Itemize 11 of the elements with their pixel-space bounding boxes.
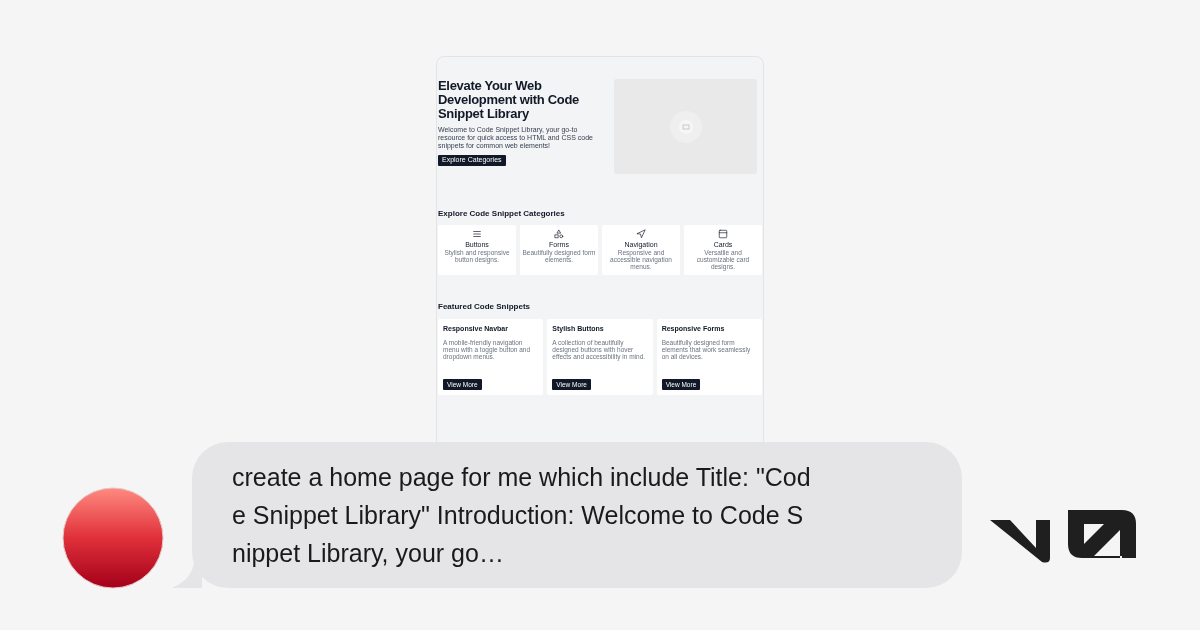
- navigation-icon: [636, 229, 646, 239]
- shapes-icon: [554, 229, 564, 239]
- prompt-text: nippet Library, your go…: [232, 538, 505, 569]
- prompt-text: e Snippet Library" Introduction: Welcome to Code S: [232, 500, 805, 531]
- hero-title: Elevate Your Web Development with Code Snippet Library: [438, 79, 581, 121]
- prompt-text: create a home page for me which include Title: "Cod: [232, 462, 812, 493]
- menu-icon: [472, 229, 482, 239]
- section-heading: Explore Code Snippet Categories: [438, 208, 566, 220]
- section-heading: Featured Code Snippets: [438, 301, 531, 313]
- card-icon: [718, 229, 728, 239]
- image-icon: [668, 109, 703, 144]
